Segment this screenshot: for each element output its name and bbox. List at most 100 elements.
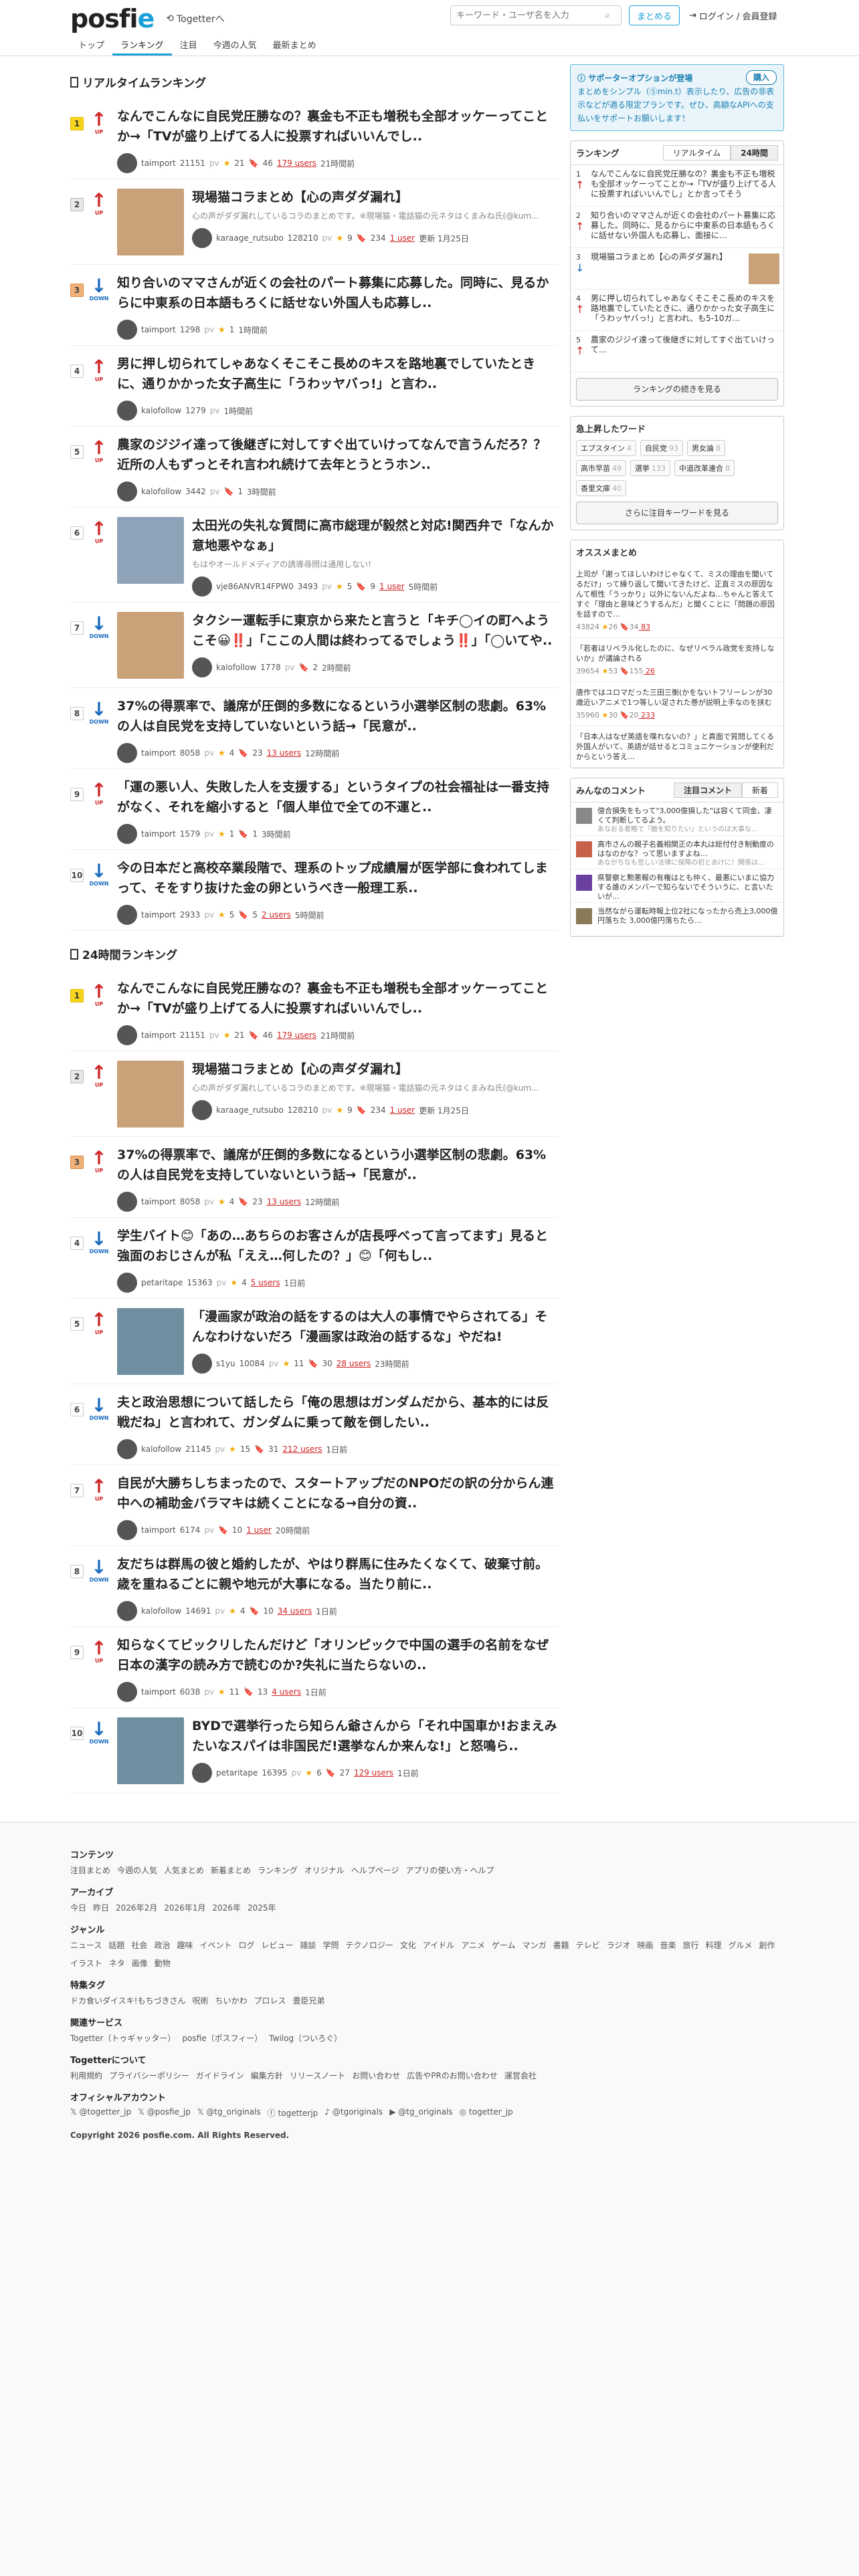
- item-title[interactable]: 知らなくてビックリしたんだけど「オリンピックで中国の選手の名前をなぜ日本の漢字の…: [117, 1635, 559, 1675]
- footer-link[interactable]: 注目まとめ: [70, 1864, 110, 1876]
- item-title[interactable]: 学生バイト😊「あの…あちらのお客さんが店長呼べって言ってます」見ると強面のおじさ…: [117, 1226, 559, 1266]
- avatar[interactable]: [117, 1439, 137, 1459]
- footer-link[interactable]: 2026年1月: [164, 1902, 205, 1913]
- author-name[interactable]: kalofollow: [216, 663, 256, 672]
- side-thumbnail[interactable]: [749, 253, 779, 284]
- hatena-users[interactable]: 34 users: [278, 1606, 312, 1616]
- footer-link[interactable]: 創作: [759, 1939, 775, 1951]
- footer-link[interactable]: ドカ食いダイスキ!もちづきさん: [70, 1995, 185, 2006]
- side-ranking-item[interactable]: 5 ↑ 農家のジジイ達って後継ぎに対してすぐ出ていけって…: [571, 331, 783, 372]
- ranking-item[interactable]: 3 ↓ DOWN 知り合いのママさんが近くの会社のパート募集に応募した。同時に、見るか…: [70, 265, 559, 346]
- thumbnail-image[interactable]: [117, 1061, 184, 1128]
- footer-link[interactable]: ログ: [238, 1939, 254, 1951]
- hatena-users[interactable]: 13 users: [267, 1197, 302, 1206]
- avatar[interactable]: [192, 1354, 212, 1374]
- keyword-chip[interactable]: 香里文庫 40: [576, 480, 626, 496]
- hatena-users[interactable]: 1 user: [379, 582, 405, 591]
- footer-link[interactable]: 政治: [154, 1939, 170, 1951]
- footer-link[interactable]: 今週の人気: [117, 1864, 157, 1876]
- avatar[interactable]: [192, 657, 212, 677]
- author-name[interactable]: kalofollow: [141, 1606, 181, 1616]
- author-name[interactable]: taimport: [141, 1525, 176, 1535]
- item-title[interactable]: なんでこんなに自民党圧勝なの？裏金も不正も増税も全部オッケーってことか→「TVが…: [117, 106, 559, 146]
- author-name[interactable]: taimport: [141, 158, 176, 168]
- osusume-title[interactable]: 「若者はリベラル化したのに、なぜリベラル政党を支持しないか」が議論される: [576, 643, 778, 663]
- footer-link[interactable]: 雑談: [300, 1939, 316, 1951]
- login-link[interactable]: ⇥ ログイン / 会員登録: [689, 9, 777, 22]
- ranking-item[interactable]: 7 ↑ UP 自民が大勝ちしちまったので、スタートアップだのNPOだの訳の分からん連中…: [70, 1465, 559, 1546]
- footer-link[interactable]: 編集方針: [251, 2070, 283, 2081]
- item-title[interactable]: 「運の悪い人、失敗した人を支援する」というタイプの社会福祉は一番支持がなく、それ…: [117, 777, 559, 817]
- keyword-chip[interactable]: 男女論 8: [687, 440, 725, 456]
- avatar[interactable]: [192, 228, 212, 248]
- ranking-item[interactable]: 10 ↓ DOWN BYDで選挙行ったら知らん爺さんから「それ中国車か!おまえみたいな…: [70, 1708, 559, 1794]
- ranking-more-button[interactable]: ランキングの続きを見る: [576, 378, 778, 401]
- tab-chumoku-comments[interactable]: 注目コメント: [673, 782, 742, 798]
- ranking-item[interactable]: 6 ↓ DOWN 夫と政治思想について話したら「俺の思想はガンダムだから、基本的には反…: [70, 1384, 559, 1465]
- keyword-chip[interactable]: エプスタイン 4: [576, 440, 636, 456]
- footer-link[interactable]: 学問: [323, 1939, 339, 1951]
- keyword-chip[interactable]: 高市早苗 49: [576, 460, 626, 476]
- author-name[interactable]: taimport: [141, 325, 176, 334]
- side-ranking-title[interactable]: なんでこんなに自民党圧勝なの？裏金も不正も増税も全部オッケーってことか→「TVが…: [591, 169, 778, 199]
- ranking-item[interactable]: 9 ↑ UP 知らなくてビックリしたんだけど「オリンピックで中国の選手の名前をなぜ日本…: [70, 1627, 559, 1708]
- search-box[interactable]: ⌕: [450, 5, 622, 25]
- logo[interactable]: posfie: [70, 0, 155, 37]
- side-ranking-title[interactable]: 現場猫コラまとめ【心の声ダダ漏れ】: [591, 252, 745, 262]
- author-name[interactable]: taimport: [141, 1197, 176, 1206]
- ranking-item[interactable]: 8 ↓ DOWN 37%の得票率で、議席が圧倒的多数になるという小選挙区制の悲劇。63…: [70, 688, 559, 769]
- footer-link[interactable]: 社会: [131, 1939, 147, 1951]
- hatena-users[interactable]: 5 users: [251, 1278, 280, 1287]
- footer-link[interactable]: ◎ togetter_jp: [460, 2107, 513, 2119]
- footer-link[interactable]: ▶ @tg_originals: [389, 2107, 452, 2119]
- footer-link[interactable]: マンガ: [522, 1939, 547, 1951]
- item-title[interactable]: なんでこんなに自民党圧勝なの？裏金も不正も増税も全部オッケーってことか→「TVが…: [117, 978, 559, 1018]
- osusume-title[interactable]: 上司が「謝ってほしいわけじゃなくて、ミスの理由を聞いてるだけ」って繰り返して聞い…: [576, 569, 778, 619]
- footer-link[interactable]: 書籍: [553, 1939, 569, 1951]
- osusume-users[interactable]: 26: [646, 667, 655, 675]
- hatena-users[interactable]: 129 users: [354, 1768, 393, 1778]
- ranking-item[interactable]: 6 ↑ UP 太田光の失礼な質問に高市総理が毅然と対応!関西弁で「なんか意地悪やなぁ」…: [70, 508, 559, 603]
- tab-new-comments[interactable]: 新着: [741, 782, 778, 798]
- footer-link[interactable]: ♪ @tgoriginals: [324, 2107, 383, 2119]
- item-title[interactable]: 現場猫コラまとめ【心の声ダダ漏れ】: [192, 1059, 559, 1079]
- hatena-users[interactable]: 179 users: [277, 158, 316, 168]
- nav-top[interactable]: トップ: [70, 37, 112, 56]
- item-title[interactable]: 太田光の失礼な質問に高市総理が毅然と対応!関西弁で「なんか意地悪やなぁ」: [192, 516, 559, 556]
- footer-link[interactable]: ランキング: [258, 1864, 298, 1876]
- avatar[interactable]: [117, 153, 137, 173]
- author-name[interactable]: petaritape: [141, 1278, 183, 1287]
- item-title[interactable]: 「漫画家が政治の話をするのは大人の事情でやらされてる」そんなわけないだろ「漫画家…: [192, 1307, 559, 1347]
- item-title[interactable]: 自民が大勝ちしちまったので、スタートアップだのNPOだの訳の分からん連中への補助…: [117, 1473, 559, 1513]
- footer-link[interactable]: アニメ: [461, 1939, 485, 1951]
- footer-link[interactable]: 料理: [706, 1939, 722, 1951]
- comment-item[interactable]: 県警察と勲悪報の有権はとも仲く、最悪にいまに協力する誰のメンバーで知らないでそう…: [571, 869, 783, 903]
- item-title[interactable]: 37%の得票率で、議席が圧倒的多数になるという小選挙区制の悲劇。63%の人は自民…: [117, 1145, 559, 1185]
- footer-link[interactable]: 昨日: [93, 1902, 109, 1913]
- footer-link[interactable]: ニュース: [70, 1939, 102, 1951]
- hatena-users[interactable]: 212 users: [282, 1444, 322, 1454]
- author-name[interactable]: taimport: [141, 748, 176, 758]
- nav-latest[interactable]: 最新まとめ: [265, 37, 324, 56]
- footer-link[interactable]: グルメ: [729, 1939, 753, 1951]
- item-title[interactable]: 夫と政治思想について話したら「俺の思想はガンダムだから、基本的には反戦だね」と言…: [117, 1392, 559, 1432]
- thumbnail-image[interactable]: [117, 1717, 184, 1784]
- hatena-users[interactable]: 2 users: [262, 910, 291, 920]
- footer-link[interactable]: 旅行: [683, 1939, 699, 1951]
- footer-link[interactable]: 2026年: [212, 1902, 241, 1913]
- author-name[interactable]: taimport: [141, 910, 176, 920]
- comment-item[interactable]: 高市さんの親子名義相関正の本丸は総付付き制動度のはなのかな？って思いますよね… あ…: [571, 836, 783, 869]
- footer-link[interactable]: リリースノート: [290, 2070, 345, 2081]
- author-name[interactable]: karaage_rutsubo: [216, 233, 284, 243]
- avatar[interactable]: [117, 1273, 137, 1293]
- footer-link[interactable]: ヘルプページ: [351, 1864, 399, 1876]
- item-title[interactable]: タクシー運転手に東京から来たと言うと「キチ◯イの町へようこそ😀‼️」「ここの人間…: [192, 611, 559, 651]
- footer-link[interactable]: Twilog（ついろぐ）: [269, 2032, 342, 2044]
- author-name[interactable]: kalofollow: [141, 1444, 181, 1454]
- footer-link[interactable]: ちいかわ: [215, 1995, 247, 2006]
- ranking-item[interactable]: 2 ↑ UP 現場猫コラまとめ【心の声ダダ漏れ】 心の声がダダ漏れしているコラのまとめで…: [70, 1051, 559, 1137]
- thumbnail-image[interactable]: [117, 517, 184, 584]
- osusume-item[interactable]: 「日本人はなぜ英語を喋れないの？」と真面で質問してくる外国人がいて、英語が話せる…: [571, 726, 783, 768]
- footer-link[interactable]: posfie（ポスフィー）: [182, 2032, 262, 2044]
- ranking-item[interactable]: 1 ↑ UP なんでこんなに自民党圧勝なの？裏金も不正も増税も全部オッケーってことか→…: [70, 970, 559, 1051]
